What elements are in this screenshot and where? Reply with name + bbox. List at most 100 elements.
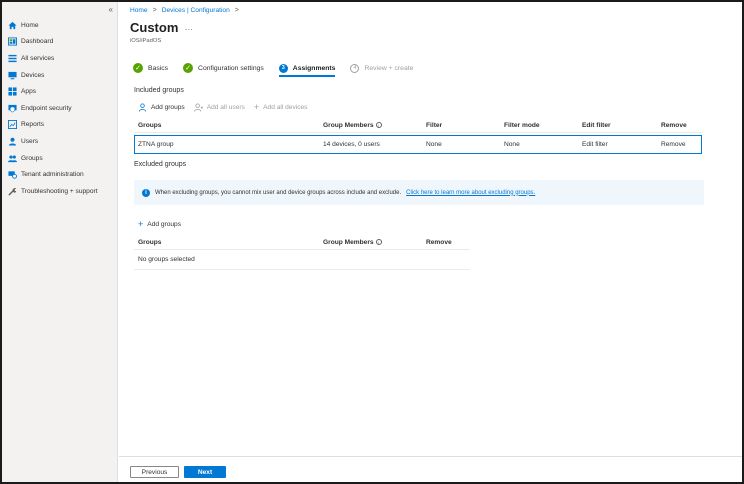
info-icon: i — [142, 188, 150, 197]
page-title: Custom — [130, 20, 179, 35]
step-label: Assignments — [292, 64, 336, 72]
column-header-remove: Remove — [426, 239, 452, 246]
endpoint-security-icon — [8, 104, 17, 113]
sidebar-item-label: All services — [21, 54, 55, 62]
sidebar-item-label: Groups — [21, 154, 43, 162]
add-groups-label: Add groups — [147, 221, 181, 228]
add-all-users-label: Add all users — [206, 104, 245, 111]
add-groups-button[interactable]: Add groups — [138, 103, 185, 112]
column-header-filter-mode: Filter mode — [504, 122, 540, 129]
included-groups-table: Groups Group Members i Filter Filter mode… — [134, 121, 702, 133]
add-all-devices-label: Add all devices — [263, 104, 308, 111]
add-user-icon — [138, 103, 147, 112]
plus-icon: + — [138, 219, 144, 229]
page-subtitle: iOS/iPadOS — [130, 38, 162, 44]
column-header-group-members: Group Members i — [323, 122, 382, 129]
info-banner: i When excluding groups, you cannot mix … — [134, 180, 704, 205]
group-members-cell: 14 devices, 0 users — [323, 141, 380, 148]
sidebar-item-label: Dashboard — [21, 38, 54, 46]
breadcrumb-devices-configuration-link[interactable]: Devices | Configuration — [162, 7, 230, 14]
sidebar-item-reports[interactable]: Reports — [8, 117, 116, 134]
previous-button[interactable]: Previous — [130, 466, 179, 478]
info-icon[interactable]: i — [375, 122, 382, 128]
sidebar-item-label: Apps — [21, 88, 37, 96]
sidebar-item-users[interactable]: Users — [8, 133, 116, 150]
more-options-icon[interactable]: ... — [185, 23, 193, 32]
sidebar-item-home[interactable]: Home — [8, 17, 116, 34]
sidebar-item-label: Users — [21, 137, 39, 145]
table-header: Groups Group Members i Filter Filter mode… — [134, 121, 702, 133]
column-header-label: Group Members — [323, 122, 374, 129]
collapse-sidebar-icon[interactable]: « — [109, 5, 113, 14]
info-banner-text: When excluding groups, you cannot mix us… — [155, 189, 402, 196]
sidebar-item-troubleshooting[interactable]: Troubleshooting + support — [8, 183, 116, 200]
sidebar-item-groups[interactable]: Groups — [8, 150, 116, 167]
step-configuration-settings[interactable]: ✓ Configuration settings — [183, 63, 264, 73]
sidebar-item-dashboard[interactable]: Dashboard — [8, 34, 116, 51]
breadcrumb-separator: > — [234, 7, 239, 14]
plus-icon: + — [253, 102, 260, 112]
sidebar-nav: Home Dashboard All services Devices Apps… — [8, 17, 116, 200]
add-all-devices-button[interactable]: + Add all devices — [254, 103, 308, 112]
footer-bar: Previous Next — [119, 456, 742, 482]
step-number: 4 — [350, 63, 360, 73]
empty-row: No groups selected — [134, 251, 470, 270]
column-header-groups: Groups — [138, 122, 162, 129]
excluded-groups-table: Groups Group Members i Remove — [134, 238, 470, 250]
column-header-edit-filter: Edit filter — [582, 122, 611, 129]
sidebar-item-devices[interactable]: Devices — [8, 67, 116, 84]
dashboard-icon — [8, 37, 17, 46]
sidebar-item-label: Home — [21, 21, 39, 29]
breadcrumb-home-link[interactable]: Home — [130, 7, 148, 14]
add-all-users-button[interactable]: Add all users — [193, 103, 245, 112]
empty-state-text: No groups selected — [138, 256, 195, 263]
excluded-actions: + Add groups — [138, 220, 181, 229]
sidebar-item-apps[interactable]: Apps — [8, 83, 116, 100]
next-button[interactable]: Next — [184, 466, 226, 478]
check-icon: ✓ — [183, 63, 194, 73]
included-groups-heading: Included groups — [134, 87, 184, 94]
tenant-administration-icon — [8, 170, 17, 179]
sidebar-item-label: Reports — [21, 121, 45, 129]
column-header-remove: Remove — [661, 122, 687, 129]
remove-link[interactable]: Remove — [661, 141, 686, 148]
group-name-cell: ZTNA group — [138, 141, 174, 148]
edit-filter-link[interactable]: Edit filter — [582, 141, 608, 148]
learn-more-link[interactable]: Click here to learn more about excluding… — [406, 190, 535, 196]
step-basics[interactable]: ✓ Basics — [133, 63, 168, 73]
home-icon — [8, 21, 17, 30]
breadcrumb-separator: > — [152, 7, 157, 14]
sidebar-item-tenant-administration[interactable]: Tenant administration — [8, 166, 116, 183]
sidebar: « Home Dashboard All services Devices Ap… — [2, 2, 118, 482]
groups-icon — [8, 154, 17, 163]
column-header-groups: Groups — [138, 239, 162, 246]
table-row[interactable]: ZTNA group 14 devices, 0 users None None… — [134, 135, 702, 154]
step-review-create: 4 Review + create — [350, 63, 414, 73]
column-header-filter: Filter — [426, 122, 443, 129]
step-assignments[interactable]: 3 Assignments — [278, 63, 336, 77]
main-content: Home > Devices | Configuration > Custom … — [119, 2, 742, 482]
add-all-users-icon — [193, 103, 203, 112]
filter-cell: None — [426, 141, 442, 148]
sidebar-item-label: Troubleshooting + support — [21, 187, 98, 195]
add-excluded-groups-button[interactable]: + Add groups — [138, 220, 181, 229]
devices-icon — [8, 71, 17, 80]
info-icon[interactable]: i — [375, 239, 382, 245]
sidebar-item-endpoint-security[interactable]: Endpoint security — [8, 100, 116, 117]
table-header: Groups Group Members i Remove — [134, 238, 470, 250]
column-header-group-members: Group Members i — [323, 239, 382, 246]
sidebar-item-label: Devices — [21, 71, 45, 79]
step-label: Basics — [148, 64, 169, 72]
sidebar-item-label: Endpoint security — [21, 104, 72, 112]
step-label: Review + create — [364, 64, 414, 72]
step-number: 3 — [278, 63, 288, 73]
breadcrumb: Home > Devices | Configuration > — [130, 7, 239, 14]
apps-icon — [8, 87, 17, 96]
included-actions: Add groups Add all users + Add all devic… — [138, 103, 307, 112]
sidebar-item-label: Tenant administration — [21, 171, 84, 179]
all-services-icon — [8, 54, 17, 63]
users-icon — [8, 137, 17, 146]
wizard-steps: ✓ Basics ✓ Configuration settings 3 Assi… — [133, 63, 428, 77]
sidebar-item-all-services[interactable]: All services — [8, 50, 116, 67]
filter-mode-cell: None — [504, 141, 520, 148]
